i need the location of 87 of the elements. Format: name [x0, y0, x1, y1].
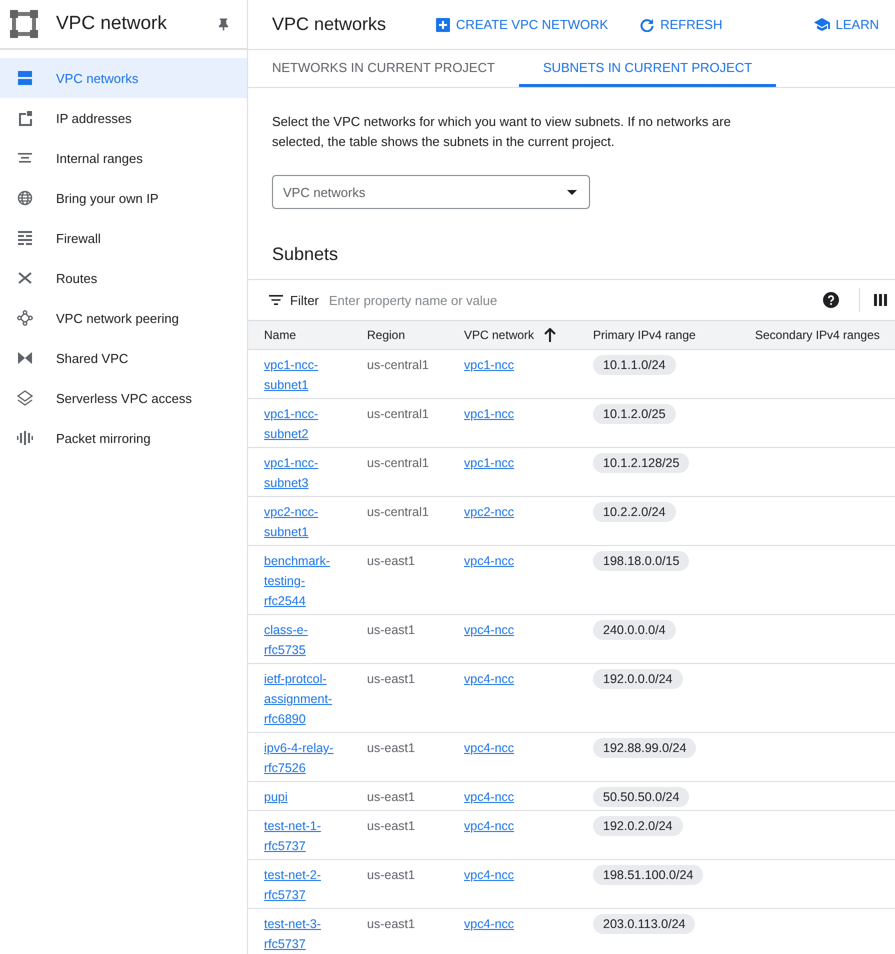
region-cell: us-central1: [367, 407, 429, 421]
region-cell: us-east1: [367, 917, 415, 931]
subnet-link[interactable]: ipv6-4-relay-rfc7526: [264, 738, 338, 778]
tab[interactable]: SUBNETS IN CURRENT PROJECT: [518, 50, 776, 87]
subnet-link[interactable]: vpc1-ncc-subnet1: [264, 355, 338, 395]
intro-text: Select the VPC networks for which you want to view subnets. If no networks are selected, the table shows the subnets in the current project.: [272, 113, 732, 151]
nav-item[interactable]: Internal ranges: [0, 138, 247, 178]
region-cell: us-east1: [367, 741, 415, 755]
filter-label: Filter: [290, 292, 319, 308]
network-dropdown[interactable]: VPC networks: [272, 175, 590, 209]
network-link[interactable]: vpc2-ncc: [464, 505, 514, 519]
region-cell: us-central1: [367, 505, 429, 519]
nodes-icon: [17, 310, 33, 326]
brick-wall-icon: [17, 230, 33, 246]
nav-item[interactable]: Shared VPC: [0, 338, 247, 378]
refresh-icon: [640, 18, 654, 32]
region-cell: us-east1: [367, 554, 415, 568]
ip-range-chip: 198.18.0.0/15: [593, 551, 690, 571]
region-cell: us-east1: [367, 623, 415, 637]
network-link[interactable]: vpc4-ncc: [464, 623, 514, 637]
network-link[interactable]: vpc4-ncc: [464, 672, 514, 686]
ip-range-chip: 240.0.0.0/4: [593, 620, 676, 640]
subnet-link[interactable]: vpc2-ncc-subnet1: [264, 502, 338, 542]
subnet-link[interactable]: test-net-2-rfc5737: [264, 865, 338, 905]
subnet-link[interactable]: vpc1-ncc-subnet2: [264, 404, 338, 444]
section-title: Subnets: [272, 243, 340, 266]
ip-range-chip: 192.0.2.0/24: [593, 816, 683, 836]
ip-range-chip: 192.0.0.0/24: [593, 669, 683, 689]
region-cell: us-east1: [367, 790, 415, 804]
refresh-button[interactable]: REFRESH: [640, 13, 722, 36]
subnet-link[interactable]: vpc1-ncc-subnet3: [264, 453, 338, 493]
bowtie-icon: [17, 350, 33, 366]
column-header[interactable]: Region: [367, 328, 406, 342]
nav-item[interactable]: Routes: [0, 258, 247, 298]
globe-icon: [17, 190, 33, 206]
dropdown-caret-icon: [567, 190, 577, 194]
product-title: VPC network: [56, 13, 168, 35]
region-cell: us-east1: [367, 819, 415, 833]
ip-range-chip: 10.1.2.128/25: [593, 453, 690, 473]
ip-range-chip: 10.1.1.0/24: [593, 355, 676, 375]
nav-item[interactable]: VPC networks: [0, 58, 247, 98]
nav-item[interactable]: VPC network peering: [0, 298, 247, 338]
ip-range-chip: 192.88.99.0/24: [593, 738, 696, 758]
filter-icon: [269, 295, 283, 305]
region-cell: us-east1: [367, 868, 415, 882]
subnet-link[interactable]: test-net-1-rfc5737: [264, 816, 338, 856]
nav-item[interactable]: Serverless VPC access: [0, 378, 247, 418]
nav-item[interactable]: Firewall: [0, 218, 247, 258]
learn-button[interactable]: LEARN: [814, 13, 879, 36]
column-header[interactable]: Name: [264, 328, 296, 342]
network-link[interactable]: vpc4-ncc: [464, 868, 514, 882]
create-button[interactable]: CREATE VPC NETWORK: [436, 13, 608, 36]
sort-ascending-icon[interactable]: [544, 328, 556, 342]
subnet-link[interactable]: test-net-3-rfc5737: [264, 914, 338, 954]
subnet-link[interactable]: pupi: [264, 787, 288, 807]
pin-icon[interactable]: [218, 17, 229, 31]
network-logo-icon: [10, 10, 38, 38]
ip-range-chip: 203.0.113.0/24: [593, 914, 696, 934]
nav-item[interactable]: Bring your own IP: [0, 178, 247, 218]
graduation-cap-icon: [814, 18, 830, 32]
region-cell: us-central1: [367, 358, 429, 372]
subnet-link[interactable]: class-e-rfc5735: [264, 620, 338, 660]
network-link[interactable]: vpc4-ncc: [464, 790, 514, 804]
bars-icon: [17, 430, 33, 446]
add-icon: [436, 18, 450, 32]
ip-range-chip: 50.50.50.0/24: [593, 787, 690, 807]
network-link[interactable]: vpc1-ncc: [464, 358, 514, 372]
network-link[interactable]: vpc1-ncc: [464, 456, 514, 470]
page-title: VPC networks: [272, 14, 386, 35]
nav-item[interactable]: IP addresses: [0, 98, 247, 138]
nav-item[interactable]: Packet mirroring: [0, 418, 247, 458]
server-icon: [17, 70, 33, 86]
region-cell: us-central1: [367, 456, 429, 470]
tab[interactable]: NETWORKS IN CURRENT PROJECT: [248, 50, 519, 87]
ip-range-chip: 10.1.2.0/25: [593, 404, 676, 424]
help-icon[interactable]: [823, 292, 839, 308]
network-link[interactable]: vpc1-ncc: [464, 407, 514, 421]
network-link[interactable]: vpc4-ncc: [464, 819, 514, 833]
network-link[interactable]: vpc4-ncc: [464, 917, 514, 931]
ip-range-chip: 10.2.2.0/24: [593, 502, 676, 522]
column-display-icon[interactable]: [874, 294, 887, 306]
subnet-link[interactable]: benchmark-testing-rfc2544: [264, 551, 338, 611]
ip-range-chip: 198.51.100.0/24: [593, 865, 704, 885]
network-link[interactable]: vpc4-ncc: [464, 741, 514, 755]
subnet-link[interactable]: ietf-protcol-assignment-rfc6890: [264, 669, 338, 729]
region-cell: us-east1: [367, 672, 415, 686]
network-link[interactable]: vpc4-ncc: [464, 554, 514, 568]
